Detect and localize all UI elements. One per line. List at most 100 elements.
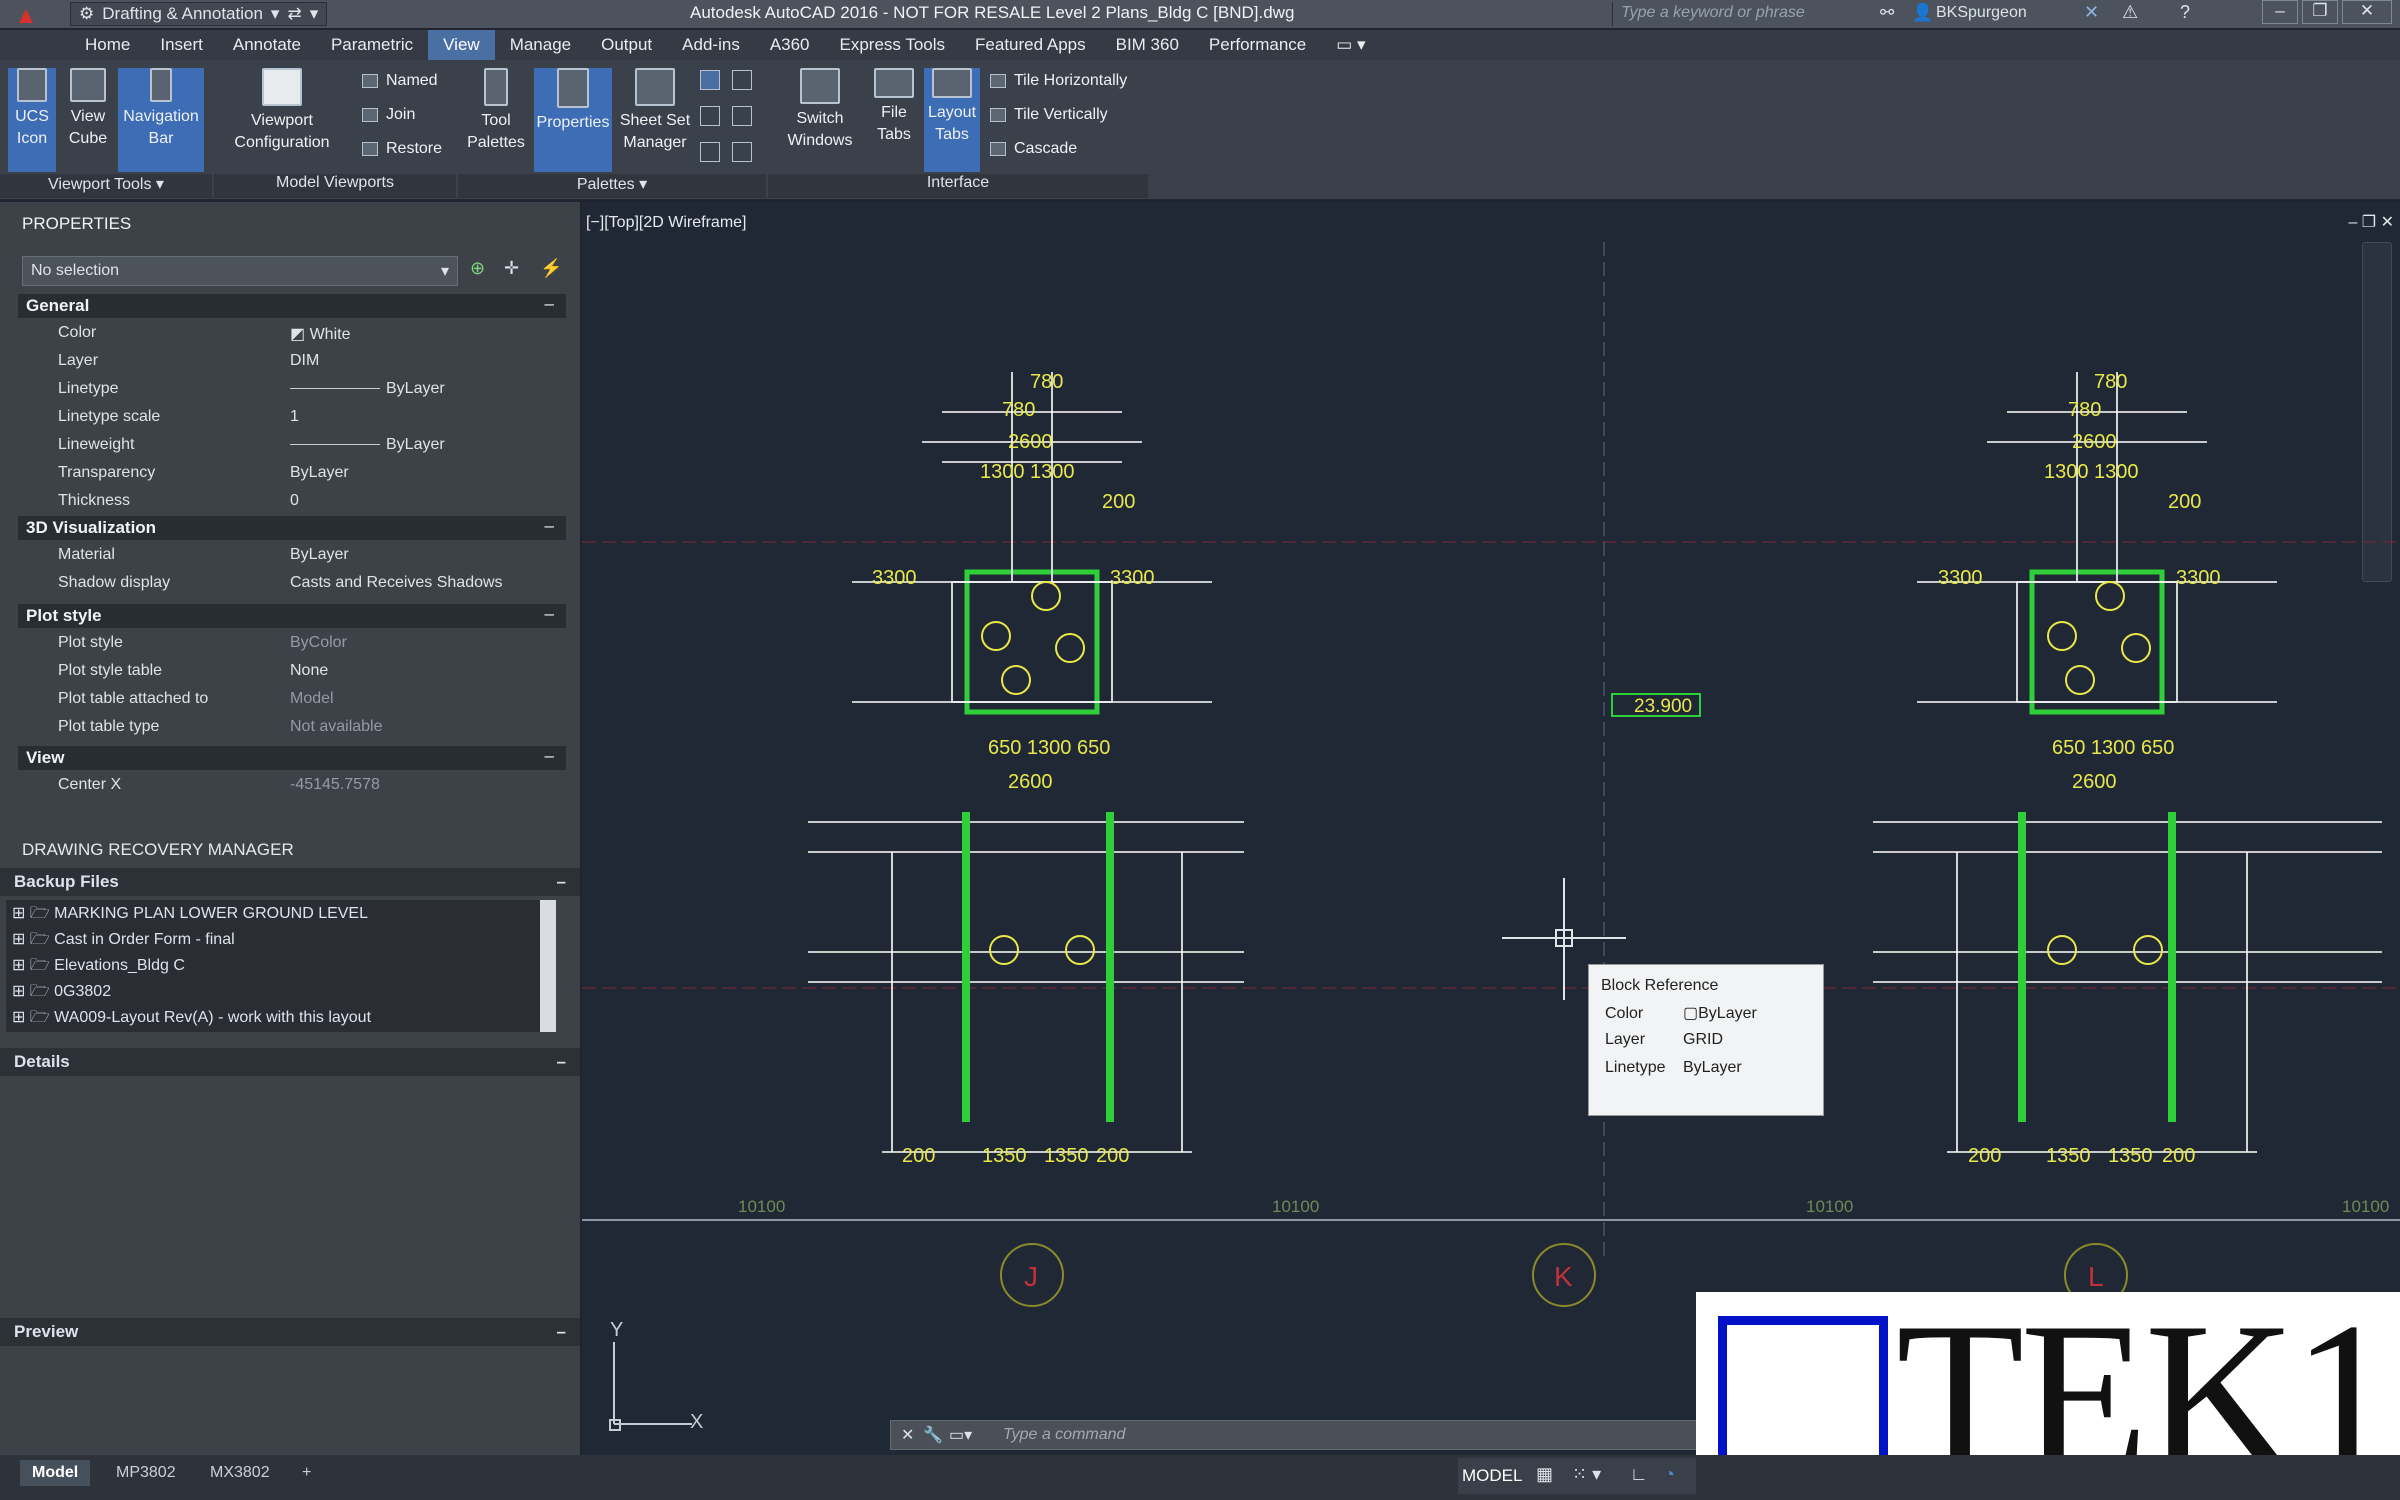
wrench-icon[interactable]: 🔧 — [923, 1425, 943, 1445]
collapse-icon[interactable]: – — [545, 746, 554, 766]
expand-icon[interactable]: ⊞ — [12, 957, 30, 974]
tile-horizontally-button[interactable]: Tile Horizontally — [990, 72, 1127, 90]
grid-icon[interactable]: ▦ — [1536, 1464, 1553, 1485]
viewport-configuration-button[interactable]: Viewport Configuration — [222, 68, 342, 172]
list-item[interactable]: ⊞ 🗁 0G3802 — [12, 980, 111, 1007]
restore-icon[interactable]: ❐ — [2302, 0, 2338, 24]
sheet-set-manager-button[interactable]: Sheet Set Manager — [614, 68, 696, 172]
autocad-logo[interactable]: ▲ — [6, 2, 46, 29]
collapse-icon[interactable]: – — [557, 872, 566, 892]
selection-dropdown[interactable]: No selection ▾ — [22, 256, 458, 286]
collapse-icon[interactable]: – — [557, 1322, 566, 1342]
polar-icon[interactable]: ◔ — [1664, 1464, 1675, 1485]
prop-row-linetype-scale[interactable]: Linetype scale 1 — [58, 408, 558, 434]
collapse-icon[interactable]: – — [545, 294, 554, 314]
prop-row-plot-style-table[interactable]: Plot style table None — [58, 662, 558, 688]
properties-button[interactable]: Properties — [534, 68, 612, 172]
prop-row-plot-attached[interactable]: Plot table attached to Model — [58, 690, 558, 716]
tab-featured-apps[interactable]: Featured Apps — [960, 35, 1101, 55]
tab-layout-mp3802[interactable]: MP3802 — [104, 1460, 188, 1486]
tab-express-tools[interactable]: Express Tools — [825, 35, 961, 55]
expand-icon[interactable]: ⊞ — [12, 1009, 30, 1026]
prop-row-plot-table-type[interactable]: Plot table type Not available — [58, 718, 558, 744]
tab-home[interactable]: Home — [70, 35, 145, 55]
snap-icon[interactable]: ⁙ ▾ — [1572, 1464, 1601, 1485]
prop-row-linetype[interactable]: Linetype ByLayer — [58, 380, 558, 406]
small-palette-icon[interactable] — [700, 106, 720, 126]
small-palette-icon[interactable] — [700, 142, 720, 162]
list-item[interactable]: ⊞ 🗁 MARKING PLAN LOWER GROUND LEVEL — [12, 902, 368, 929]
command-prompt-icon[interactable]: ▭▾ — [949, 1425, 972, 1445]
collapse-icon[interactable]: – — [557, 1052, 566, 1072]
select-objects-icon[interactable]: ✛ — [504, 258, 528, 282]
gear-icon[interactable]: ⚙ — [79, 4, 94, 24]
list-item[interactable]: ⊞ 🗁 Elevations_Bldg C — [12, 954, 185, 981]
a360-icon[interactable]: ⚠ — [2122, 2, 2138, 23]
close-icon[interactable]: ✕ — [901, 1425, 914, 1445]
prop-row-material[interactable]: Material ByLayer — [58, 546, 558, 572]
close-icon[interactable]: ✕ — [2342, 0, 2392, 24]
panel-viewport-tools[interactable]: Viewport Tools ▾ — [0, 174, 212, 198]
prop-row-color[interactable]: Color ◩ White — [58, 324, 558, 350]
tab-parametric[interactable]: Parametric — [316, 35, 428, 55]
tab-output[interactable]: Output — [586, 35, 667, 55]
expand-icon[interactable]: ⊞ — [12, 905, 30, 922]
preview-header[interactable]: Preview – — [0, 1318, 580, 1346]
details-header[interactable]: Details – — [0, 1048, 580, 1076]
switch-windows-button[interactable]: Switch Windows — [778, 68, 862, 172]
user-name[interactable]: BKSpurgeon — [1936, 4, 2027, 22]
chevron-down-icon[interactable]: ▾ — [271, 4, 280, 24]
quick-select-icon[interactable]: ⚡ — [540, 258, 564, 282]
section-plot-style[interactable]: Plot style – — [18, 604, 566, 628]
tab-insert[interactable]: Insert — [145, 35, 218, 55]
section-3d-visualization[interactable]: 3D Visualization – — [18, 516, 566, 540]
ucs-icon-button[interactable]: UCS Icon — [8, 68, 56, 172]
small-palette-icon[interactable] — [700, 70, 720, 90]
scrollbar[interactable] — [540, 900, 556, 1032]
expand-icon[interactable]: ⊞ — [12, 931, 30, 948]
section-general[interactable]: General – — [18, 294, 566, 318]
prop-row-transparency[interactable]: Transparency ByLayer — [58, 464, 558, 490]
share-icon[interactable]: ⇄ — [287, 4, 301, 24]
section-view[interactable]: View – — [18, 746, 566, 770]
navigation-bar-button[interactable]: Navigation Bar — [118, 68, 204, 172]
collapse-icon[interactable]: – — [545, 604, 554, 624]
small-palette-icon[interactable] — [732, 142, 752, 162]
view-cube-button[interactable]: View Cube — [62, 68, 114, 172]
tab-performance[interactable]: Performance — [1194, 35, 1321, 55]
prop-row-center-x[interactable]: Center X -45145.7578 — [58, 776, 558, 802]
model-space-toggle[interactable]: MODEL — [1462, 1466, 1522, 1486]
add-layout-button[interactable]: + — [290, 1460, 323, 1486]
list-item[interactable]: ⊞ 🗁 Cast in Order Form - final — [12, 928, 235, 955]
join-button[interactable]: Join — [362, 106, 415, 124]
named-button[interactable]: Named — [362, 72, 438, 90]
help-icon[interactable]: ? — [2180, 2, 2190, 23]
binoculars-icon[interactable]: ⚯ — [1880, 3, 1894, 23]
exchange-icon[interactable]: ✕ — [2084, 2, 2099, 23]
ribbon-toggle-icon[interactable]: ▭ ▾ — [1321, 35, 1380, 55]
tab-addins[interactable]: Add-ins — [667, 35, 755, 55]
small-palette-icon[interactable] — [732, 106, 752, 126]
file-tabs-button[interactable]: File Tabs — [866, 68, 922, 172]
tab-model[interactable]: Model — [20, 1460, 91, 1486]
tab-view[interactable]: View — [428, 30, 495, 60]
workspace-select[interactable]: Drafting & Annotation — [102, 4, 263, 24]
prop-row-shadow[interactable]: Shadow display Casts and Receives Shadows — [58, 574, 558, 600]
collapse-icon[interactable]: – — [545, 516, 554, 536]
prop-row-plot-style[interactable]: Plot style ByColor — [58, 634, 558, 660]
list-item[interactable]: ⊞ 🗁 WA009-Layout Rev(A) - work with this… — [12, 1006, 371, 1033]
tab-layout-mx3802[interactable]: MX3802 — [198, 1460, 282, 1486]
tab-a360[interactable]: A360 — [755, 35, 825, 55]
small-palette-icon[interactable] — [732, 70, 752, 90]
expand-icon[interactable]: ⊞ — [12, 983, 30, 1000]
tile-vertically-button[interactable]: Tile Vertically — [990, 106, 1108, 124]
backup-files-header[interactable]: Backup Files – — [0, 868, 580, 896]
command-input[interactable]: Type a command — [1003, 1426, 1125, 1444]
search-input[interactable]: Type a keyword or phrase — [1612, 2, 1872, 26]
chevron-down-icon[interactable]: ▾ — [310, 4, 319, 24]
layout-tabs-button[interactable]: Layout Tabs — [924, 68, 980, 172]
prop-row-lineweight[interactable]: Lineweight ByLayer — [58, 436, 558, 462]
minimize-icon[interactable]: – — [2262, 0, 2298, 24]
prop-row-layer[interactable]: Layer DIM — [58, 352, 558, 378]
tool-palettes-button[interactable]: Tool Palettes — [460, 68, 532, 172]
